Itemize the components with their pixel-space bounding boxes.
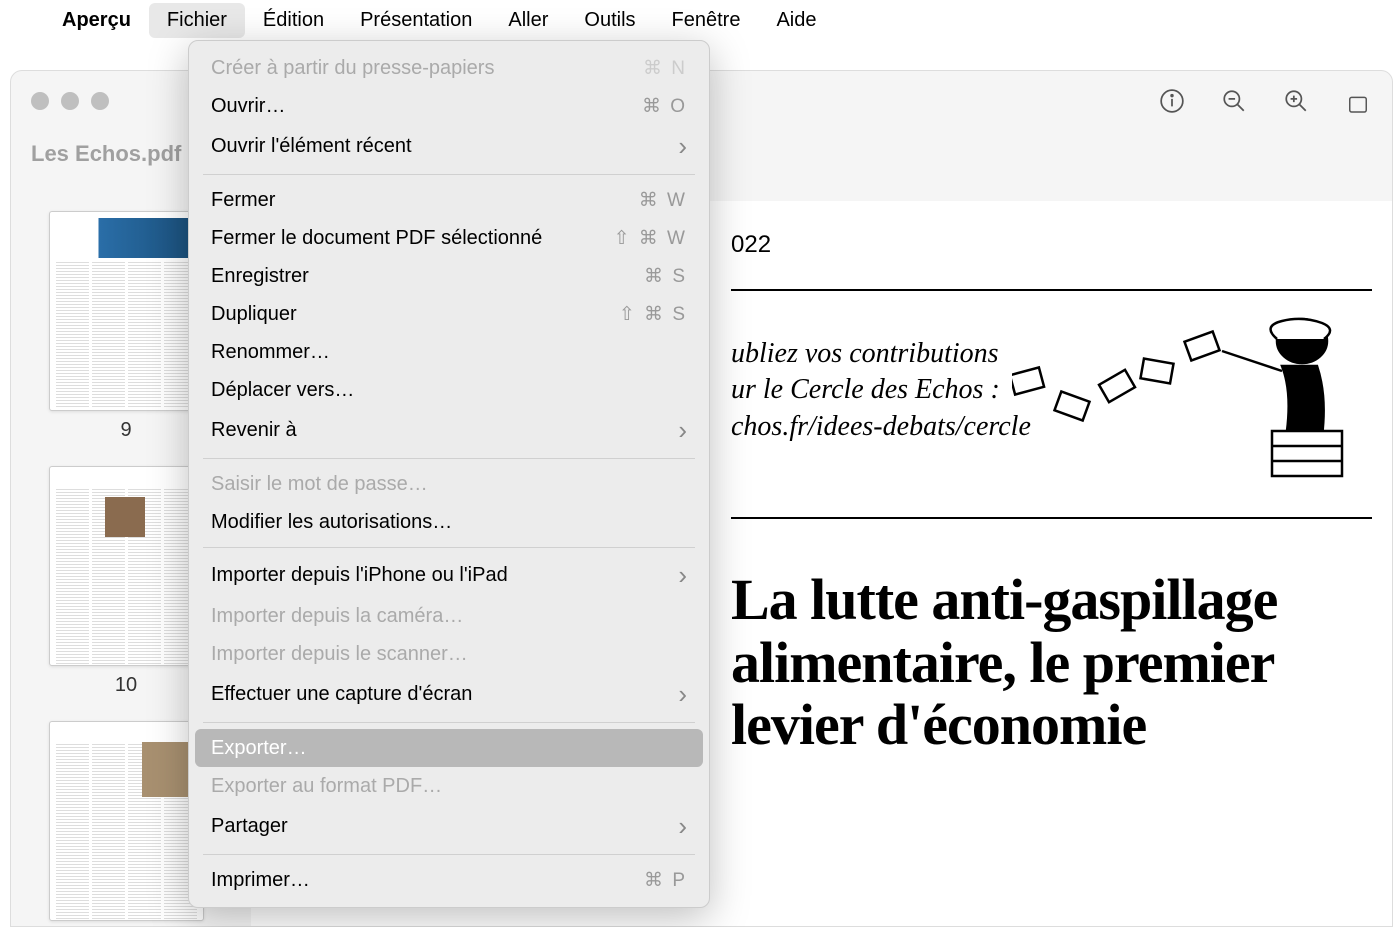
menu-item-label: Importer depuis l'iPhone ou l'iPad [211, 564, 508, 587]
traffic-lights [31, 92, 109, 110]
menu-item-label: Fermer [211, 189, 275, 212]
menu-item-label: Effectuer une capture d'écran [211, 683, 472, 706]
menu-item-label: Importer depuis la caméra… [211, 605, 463, 628]
menu-item[interactable]: Déplacer vers… [189, 371, 709, 409]
promo-line: ur le Cercle des Echos : [731, 372, 1031, 408]
menu-separator [203, 854, 695, 855]
menu-separator [203, 722, 695, 723]
menu-shortcut: ⌘ O [642, 95, 687, 118]
thumbnail-label: 10 [49, 674, 204, 697]
chevron-right-icon: › [678, 679, 687, 710]
zoom-button[interactable] [91, 92, 109, 110]
thumbnail-image [49, 466, 204, 666]
menu-separator [203, 458, 695, 459]
menu-item-label: Saisir le mot de passe… [211, 473, 428, 496]
menu-shortcut: ⌘ N [643, 57, 687, 80]
menu-item-label: Modifier les autorisations… [211, 511, 452, 534]
menu-item[interactable]: Fermer le document PDF sélectionné ⇧ ⌘ W [189, 219, 709, 257]
menu-app-name[interactable]: Aperçu [44, 3, 149, 38]
menu-shortcut: ⌘ W [639, 189, 687, 212]
menu-item-label: Exporter… [211, 737, 307, 760]
promo-illustration [1012, 301, 1392, 501]
menu-item: Importer depuis la caméra… [189, 597, 709, 635]
menu-item: Saisir le mot de passe… [189, 465, 709, 503]
menu-item-label: Exporter au format PDF… [211, 775, 442, 798]
menu-shortcut: ⇧ ⌘ W [614, 227, 687, 250]
thumbnail-page-10[interactable]: 10 [49, 466, 204, 697]
menu-separator [203, 174, 695, 175]
menu-item-label: Déplacer vers… [211, 379, 354, 402]
menu-item-label: Imprimer… [211, 869, 310, 892]
menu-item: Exporter au format PDF… [189, 767, 709, 805]
menu-item[interactable]: Fermer ⌘ W [189, 181, 709, 219]
thumbnail-image [49, 211, 204, 411]
thumbnail-page-9[interactable]: 9 [49, 211, 204, 442]
minimize-button[interactable] [61, 92, 79, 110]
menu-item[interactable]: Renommer… [189, 333, 709, 371]
menu-item: Créer à partir du presse-papiers ⌘ N [189, 49, 709, 87]
section-divider: ubliez vos contributions ur le Cercle de… [731, 289, 1372, 519]
thumbnail-image [49, 721, 204, 921]
menu-item-label: Importer depuis le scanner… [211, 643, 468, 666]
menu-item[interactable]: Partager › [189, 805, 709, 848]
menu-item-label: Revenir à [211, 419, 297, 442]
menu-item-label: Renommer… [211, 341, 330, 364]
article-headline: La lutte anti-gaspillage alimentaire, le… [731, 569, 1372, 757]
menu-item[interactable]: Importer depuis l'iPhone ou l'iPad › [189, 554, 709, 597]
menu-aide[interactable]: Aide [758, 3, 834, 38]
menu-aller[interactable]: Aller [490, 3, 566, 38]
zoom-in-icon[interactable] [1282, 87, 1310, 115]
menu-item[interactable]: Exporter… [195, 729, 703, 767]
menu-shortcut: ⇧ ⌘ S [619, 303, 687, 326]
menu-item[interactable]: Enregistrer ⌘ S [189, 257, 709, 295]
thumbnail-page-11[interactable] [49, 721, 204, 921]
menu-item-label: Fermer le document PDF sélectionné [211, 227, 542, 250]
menubar: Aperçu Fichier Édition Présentation Alle… [0, 0, 1393, 40]
promo-text: ubliez vos contributions ur le Cercle de… [731, 336, 1031, 445]
menu-item[interactable]: Imprimer… ⌘ P [189, 861, 709, 899]
menu-outils[interactable]: Outils [566, 3, 653, 38]
menu-item-label: Dupliquer [211, 303, 297, 326]
menu-item[interactable]: Effectuer une capture d'écran › [189, 673, 709, 716]
toolbar-right [1158, 87, 1372, 115]
menu-item-label: Enregistrer [211, 265, 309, 288]
close-button[interactable] [31, 92, 49, 110]
thumbnail-label: 9 [49, 419, 204, 442]
chevron-right-icon: › [678, 560, 687, 591]
menu-item[interactable]: Ouvrir… ⌘ O [189, 87, 709, 125]
menu-shortcut: ⌘ S [644, 265, 687, 288]
zoom-out-icon[interactable] [1220, 87, 1248, 115]
document-title: Les Echos.pdf [31, 141, 181, 167]
chevron-right-icon: › [678, 131, 687, 162]
date-text: 022 [731, 231, 1372, 259]
menu-fichier[interactable]: Fichier [149, 3, 245, 38]
menu-item-label: Partager [211, 815, 288, 838]
chevron-right-icon: › [678, 415, 687, 446]
menu-item-label: Ouvrir l'élément récent [211, 135, 412, 158]
menu-separator [203, 547, 695, 548]
menu-item: Importer depuis le scanner… [189, 635, 709, 673]
info-icon[interactable] [1158, 87, 1186, 115]
menu-fenetre[interactable]: Fenêtre [654, 3, 759, 38]
chevron-right-icon: › [678, 811, 687, 842]
menu-item[interactable]: Modifier les autorisations… [189, 503, 709, 541]
menu-item-label: Ouvrir… [211, 95, 285, 118]
share-icon[interactable] [1344, 87, 1372, 115]
menu-item[interactable]: Dupliquer ⇧ ⌘ S [189, 295, 709, 333]
menu-item[interactable]: Ouvrir l'élément récent › [189, 125, 709, 168]
promo-line: chos.fr/idees-debats/cercle [731, 409, 1031, 445]
menu-item[interactable]: Revenir à › [189, 409, 709, 452]
menu-item-label: Créer à partir du presse-papiers [211, 57, 494, 80]
fichier-dropdown: Créer à partir du presse-papiers ⌘ N Ouvri… [188, 40, 710, 908]
menu-presentation[interactable]: Présentation [342, 3, 490, 38]
menu-shortcut: ⌘ P [644, 869, 687, 892]
menu-edition[interactable]: Édition [245, 3, 342, 38]
promo-line: ubliez vos contributions [731, 336, 1031, 372]
